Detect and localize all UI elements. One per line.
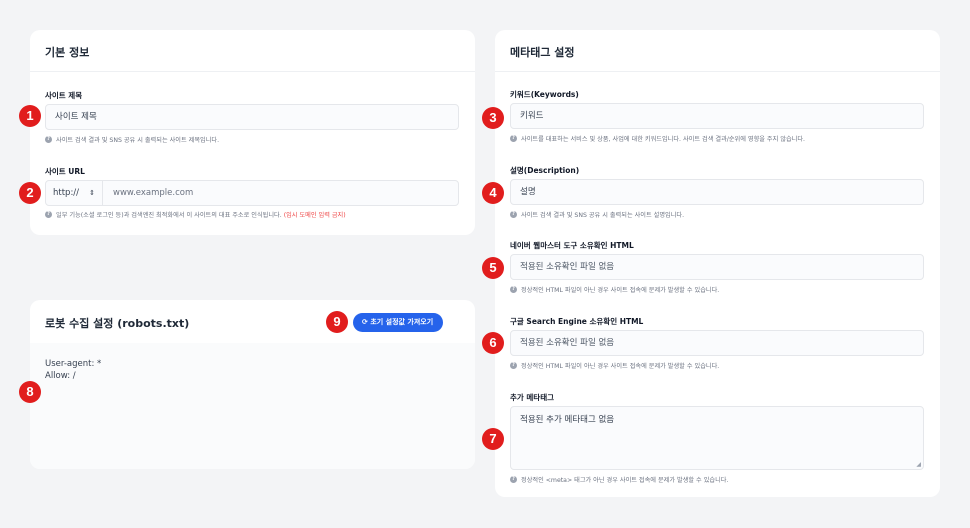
naver-html-value: 적용된 소유확인 파일 없음 (520, 262, 615, 272)
description-help-text: 사이트 검색 결과 및 SNS 공유 시 출력되는 사이트 설명입니다. (521, 212, 685, 219)
google-html-label: 구글 Search Engine 소유확인 HTML (510, 317, 644, 326)
keywords-label: 키워드(Keywords) (510, 90, 579, 99)
description-input[interactable]: 설명 (510, 179, 924, 205)
help-icon: ? (45, 211, 52, 218)
annotation-badge-6: 6 (482, 332, 504, 354)
annotation-badge-8: 8 (19, 381, 41, 403)
site-title-value: 사이트 제목 (55, 112, 97, 122)
extra-meta-label: 추가 메타태그 (510, 393, 555, 402)
annotation-badge-9: 9 (326, 311, 348, 333)
extra-meta-textarea[interactable]: 적용된 추가 메타태그 없음 ◢ (510, 406, 924, 470)
google-html-value: 적용된 소유확인 파일 없음 (520, 338, 615, 348)
robots-title: 로봇 수집 설정 (robots.txt) (45, 317, 190, 330)
google-html-help-text: 정상적인 HTML 파일이 아닌 경우 사이트 접속에 문제가 발생할 수 있습… (521, 363, 720, 370)
google-html-input[interactable]: 적용된 소유확인 파일 없음 (510, 330, 924, 356)
site-title-label: 사이트 제목 (45, 91, 83, 100)
google-html-help: ? 정상적인 HTML 파일이 아닌 경우 사이트 접속에 문제가 발생할 수 … (510, 361, 719, 370)
site-url-help: ? 일부 기능(소셜 로그인 등)과 검색엔진 최적화에서 이 사이트의 대표 … (45, 210, 346, 219)
robots-content: User-agent: * Allow: / (45, 359, 102, 381)
protocol-select[interactable]: http:// ⇕ (46, 181, 103, 205)
basic-info-card: 기본 정보 사이트 제목 사이트 제목 ? 사이트 검색 결과 및 SNS 공유… (30, 30, 475, 235)
basic-info-divider (30, 71, 475, 72)
extra-meta-help: ? 정상적인 <meta> 태그가 아닌 경우 사이트 접속에 문제가 발생할 … (510, 475, 728, 484)
meta-tags-title: 메타태그 설정 (510, 46, 575, 59)
naver-html-help: ? 정상적인 HTML 파일이 아닌 경우 사이트 접속에 문제가 발생할 수 … (510, 285, 719, 294)
help-icon: ? (510, 286, 517, 293)
extra-meta-help-text: 정상적인 <meta> 태그가 아닌 경우 사이트 접속에 문제가 발생할 수 … (521, 477, 729, 484)
select-arrows-icon: ⇕ (89, 189, 95, 197)
robots-editor[interactable]: User-agent: * Allow: / (30, 343, 475, 469)
help-icon: ? (45, 136, 52, 143)
annotation-badge-4: 4 (482, 182, 504, 204)
naver-html-help-text: 정상적인 HTML 파일이 아닌 경우 사이트 접속에 문제가 발생할 수 있습… (521, 287, 720, 294)
naver-html-input[interactable]: 적용된 소유확인 파일 없음 (510, 254, 924, 280)
help-icon: ? (510, 211, 517, 218)
help-icon: ? (510, 362, 517, 369)
keywords-help-text: 사이트를 대표하는 서비스 및 상품, 사업에 대한 키워드입니다. 사이트 검… (521, 136, 806, 143)
site-url-warning: (임시 도메인 입력 금지) (283, 212, 346, 219)
site-title-input[interactable]: 사이트 제목 (45, 104, 459, 130)
description-help: ? 사이트 검색 결과 및 SNS 공유 시 출력되는 사이트 설명입니다. (510, 210, 684, 219)
site-url-field: http:// ⇕ www.example.com (45, 180, 459, 206)
keywords-value: 키워드 (520, 111, 544, 121)
site-title-help: ? 사이트 검색 결과 및 SNS 공유 시 출력되는 사이트 제목입니다. (45, 135, 219, 144)
protocol-value: http:// (53, 188, 80, 198)
meta-tags-divider (495, 71, 940, 72)
description-label: 설명(Description) (510, 166, 580, 175)
meta-tags-card: 메타태그 설정 키워드(Keywords) 키워드 ? 사이트를 대표하는 서비… (495, 30, 940, 497)
keywords-help: ? 사이트를 대표하는 서비스 및 상품, 사업에 대한 키워드입니다. 사이트… (510, 134, 805, 143)
annotation-badge-5: 5 (482, 257, 504, 279)
site-title-help-text: 사이트 검색 결과 및 SNS 공유 시 출력되는 사이트 제목입니다. (56, 137, 220, 144)
annotation-badge-3: 3 (482, 107, 504, 129)
reset-defaults-label: 초기 설정값 가져오기 (370, 318, 434, 326)
naver-html-label: 네이버 웹마스터 도구 소유확인 HTML (510, 241, 634, 250)
basic-info-title: 기본 정보 (45, 46, 90, 59)
resize-grip-icon[interactable]: ◢ (916, 461, 921, 468)
help-icon: ? (510, 135, 517, 142)
site-url-label: 사이트 URL (45, 167, 85, 176)
description-value: 설명 (520, 187, 536, 197)
help-icon: ? (510, 476, 517, 483)
extra-meta-value: 적용된 추가 메타태그 없음 (520, 415, 615, 425)
annotation-badge-2: 2 (19, 182, 41, 204)
annotation-badge-1: 1 (19, 105, 41, 127)
robots-card: 로봇 수집 설정 (robots.txt) ⟳ 초기 설정값 가져오기 User… (30, 300, 475, 469)
url-input[interactable]: www.example.com (113, 181, 193, 205)
keywords-input[interactable]: 키워드 (510, 103, 924, 129)
site-url-help-text: 일부 기능(소셜 로그인 등)과 검색엔진 최적화에서 이 사이트의 대표 주소… (56, 212, 282, 219)
reset-defaults-button[interactable]: ⟳ 초기 설정값 가져오기 (353, 313, 444, 332)
annotation-badge-7: 7 (482, 428, 504, 450)
